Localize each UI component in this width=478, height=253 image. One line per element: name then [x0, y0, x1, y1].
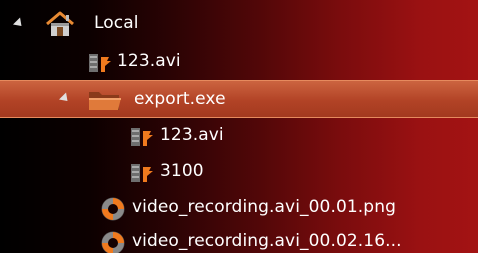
- tree-node-label: export.exe: [134, 88, 226, 109]
- film-file-icon: [89, 54, 111, 72]
- expand-arrow-icon[interactable]: [58, 92, 72, 105]
- tree-node-label: Local: [94, 12, 139, 33]
- tree-node-folder-selected[interactable]: export.exe: [0, 80, 478, 118]
- film-file-icon: [131, 164, 153, 182]
- tree-node-file[interactable]: 123.avi: [0, 116, 478, 154]
- tree-node-file[interactable]: 123.avi: [0, 42, 478, 80]
- tree-node-file[interactable]: video_recording.avi_00.02.16...: [0, 222, 478, 253]
- aperture-icon: [101, 197, 125, 221]
- folder-icon: [89, 92, 121, 110]
- tree-node-label: video_recording.avi_00.01.png: [132, 196, 396, 217]
- tree-node-file[interactable]: 3100: [0, 152, 478, 190]
- film-file-icon: [131, 128, 153, 146]
- expand-arrow-icon[interactable]: [12, 17, 26, 30]
- file-tree-panel: Local 123.avi export.exe 123.avi 3100 vi…: [0, 0, 478, 253]
- tree-node-file[interactable]: video_recording.avi_00.01.png: [0, 188, 478, 226]
- aperture-icon: [101, 231, 125, 253]
- tree-node-label: video_recording.avi_00.02.16...: [132, 230, 402, 251]
- home-icon: [46, 11, 74, 36]
- tree-node-label: 123.avi: [117, 50, 181, 71]
- tree-node-local[interactable]: Local: [0, 4, 478, 42]
- tree-node-label: 3100: [160, 160, 204, 181]
- tree-node-label: 123.avi: [160, 124, 224, 145]
